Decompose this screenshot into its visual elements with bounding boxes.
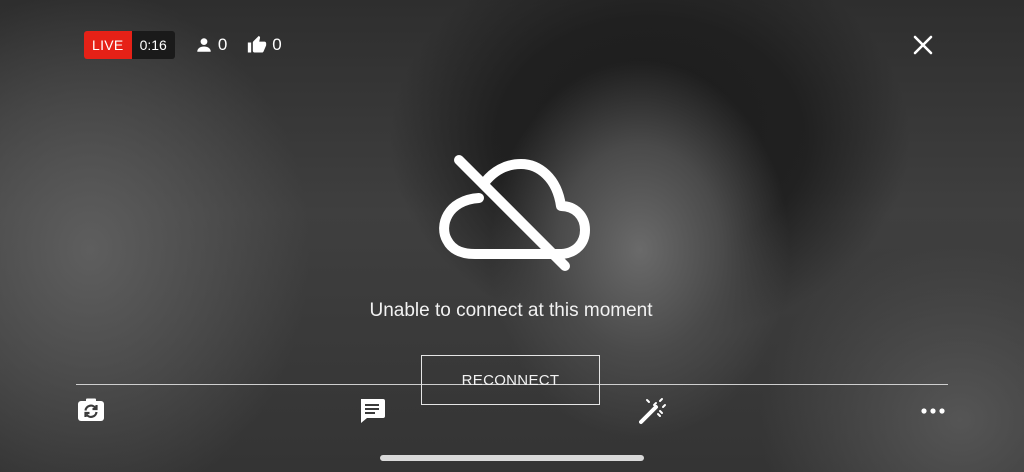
viewer-count-value: 0	[217, 35, 228, 54]
cloud-off-icon	[439, 155, 590, 271]
live-badge: LIVE 0:16	[84, 31, 175, 59]
reconnect-button[interactable]: RECONNECT	[421, 355, 600, 405]
magic-wand-icon[interactable]	[639, 397, 667, 425]
thumbs-up-icon	[248, 35, 267, 53]
like-count-value: 0	[272, 35, 282, 54]
live-timer: 0:16	[131, 31, 175, 59]
live-label: LIVE	[84, 31, 132, 59]
like-count: 0	[247, 35, 282, 55]
live-status-bar: LIVE 0:16 0 0	[84, 31, 282, 59]
connection-error-message: Unable to connect at this moment	[369, 300, 653, 321]
more-icon[interactable]	[919, 397, 947, 425]
close-icon[interactable]	[911, 33, 935, 57]
person-icon	[197, 38, 211, 52]
viewer-count: 0	[195, 35, 227, 55]
flip-camera-icon[interactable]	[77, 397, 105, 425]
chat-icon[interactable]	[358, 397, 386, 425]
home-indicator[interactable]	[380, 455, 644, 461]
